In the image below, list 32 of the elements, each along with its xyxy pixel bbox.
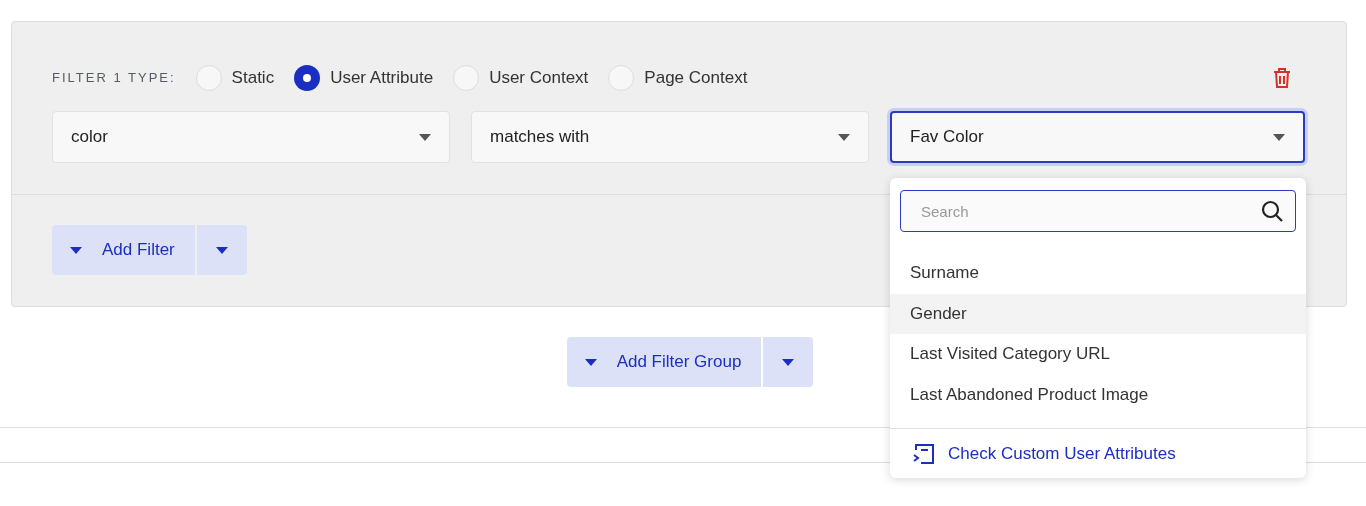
filter-type-label: FILTER 1 TYPE: bbox=[52, 69, 176, 88]
select-field[interactable]: Fav Color bbox=[890, 111, 1305, 163]
caret-icon bbox=[1273, 133, 1285, 141]
radio-button[interactable] bbox=[195, 65, 222, 91]
dropdown-item[interactable]: Last Visited Category URL bbox=[890, 334, 1306, 374]
caret-icon bbox=[584, 358, 597, 366]
terminal-icon bbox=[912, 441, 936, 466]
radio-option[interactable]: Page Context bbox=[608, 65, 748, 91]
dropdown-item[interactable]: Gender bbox=[890, 293, 1306, 334]
radio-button[interactable] bbox=[453, 65, 480, 91]
caret-icon bbox=[215, 246, 228, 254]
select-field[interactable]: color bbox=[52, 111, 450, 163]
dropdown-toggle-button[interactable] bbox=[196, 225, 247, 275]
caret-icon bbox=[419, 133, 431, 141]
add-filter-group-button[interactable]: Add Filter Group bbox=[566, 337, 762, 387]
radio-button[interactable] bbox=[608, 65, 635, 91]
dropdown-item[interactable]: Surname bbox=[890, 253, 1306, 293]
add-filter-button[interactable]: Add Filter bbox=[52, 225, 195, 275]
dropdown-toggle-button[interactable] bbox=[763, 337, 814, 387]
search-field[interactable]: Search bbox=[900, 190, 1296, 232]
radio-option[interactable]: Static bbox=[195, 65, 275, 91]
radio-option[interactable]: User Context bbox=[453, 65, 589, 91]
trash-icon[interactable] bbox=[1272, 67, 1292, 89]
caret-icon bbox=[782, 358, 795, 366]
search-icon bbox=[1260, 199, 1284, 223]
dropdown-item[interactable]: Last Abandoned Product Image bbox=[890, 374, 1306, 415]
caret-icon bbox=[838, 133, 851, 141]
caret-icon bbox=[70, 246, 82, 254]
check-attributes-link[interactable]: Check Custom User Attributes bbox=[948, 440, 1176, 467]
select-field[interactable]: matches with bbox=[471, 111, 870, 163]
radio-option[interactable]: User Attribute bbox=[294, 65, 434, 91]
radio-button[interactable] bbox=[294, 65, 321, 91]
